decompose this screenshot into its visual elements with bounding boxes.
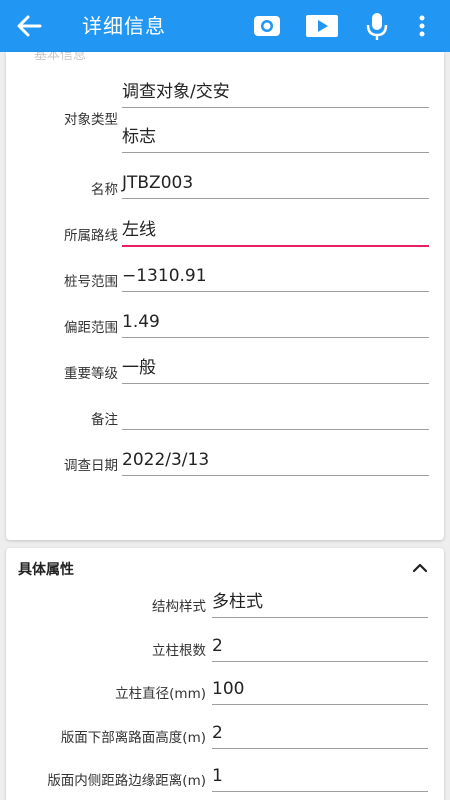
note-label: 备注: [91, 412, 118, 428]
name-label: 名称: [91, 182, 118, 198]
pillar-diameter-field[interactable]: 100: [212, 675, 428, 705]
basic-info-card: 基本信息 对象类型 调查对象/交安 标志 名称 JTBZ003 所属路线 左线 …: [6, 52, 444, 540]
pillar-diameter-label: 立柱直径(mm): [115, 686, 206, 702]
structure-style-label: 结构样式: [152, 599, 206, 615]
object-type-label: 对象类型: [64, 112, 118, 128]
panel-edge-distance-label: 版面内侧距路边缘距离(m): [47, 773, 206, 789]
panel-height-label: 版面下部离路面高度(m): [60, 730, 206, 746]
section-title-faded: 基本信息: [34, 52, 87, 63]
section-title: 具体属性: [18, 562, 74, 578]
panel-edge-distance-field[interactable]: 1: [212, 762, 428, 792]
pillar-count-field[interactable]: 2: [212, 632, 428, 662]
survey-date-label: 调查日期: [64, 458, 118, 474]
importance-field[interactable]: 一般: [122, 354, 429, 384]
note-field[interactable]: [122, 400, 429, 430]
arrow-left-icon[interactable]: [14, 12, 44, 40]
camera-icon[interactable]: [252, 10, 282, 42]
name-field[interactable]: JTBZ003: [122, 169, 429, 199]
stake-range-label: 桩号范围: [64, 274, 118, 290]
object-type-field-1[interactable]: 调查对象/交安: [122, 80, 429, 108]
object-type-field-2[interactable]: 标志: [122, 124, 429, 153]
page-title: 详细信息: [82, 14, 166, 38]
app-bar: 详细信息: [0, 0, 450, 52]
attributes-card: 具体属性 结构样式 多柱式 立柱根数 2 立柱直径(mm) 100 版面下部离路…: [6, 548, 444, 800]
route-label: 所属路线: [64, 228, 118, 244]
structure-style-field[interactable]: 多柱式: [212, 588, 428, 618]
offset-range-label: 偏距范围: [64, 320, 118, 336]
more-vertical-icon[interactable]: [414, 10, 430, 42]
chevron-up-icon[interactable]: [410, 558, 430, 578]
offset-range-field[interactable]: 1.49: [122, 308, 429, 338]
stake-range-field[interactable]: −1310.91: [122, 262, 429, 292]
video-icon[interactable]: [305, 10, 339, 42]
microphone-icon[interactable]: [365, 10, 389, 42]
importance-label: 重要等级: [64, 366, 118, 382]
pillar-count-label: 立柱根数: [152, 643, 206, 659]
survey-date-field[interactable]: 2022/3/13: [122, 446, 429, 476]
route-field[interactable]: 左线: [122, 216, 429, 247]
panel-height-field[interactable]: 2: [212, 719, 428, 749]
